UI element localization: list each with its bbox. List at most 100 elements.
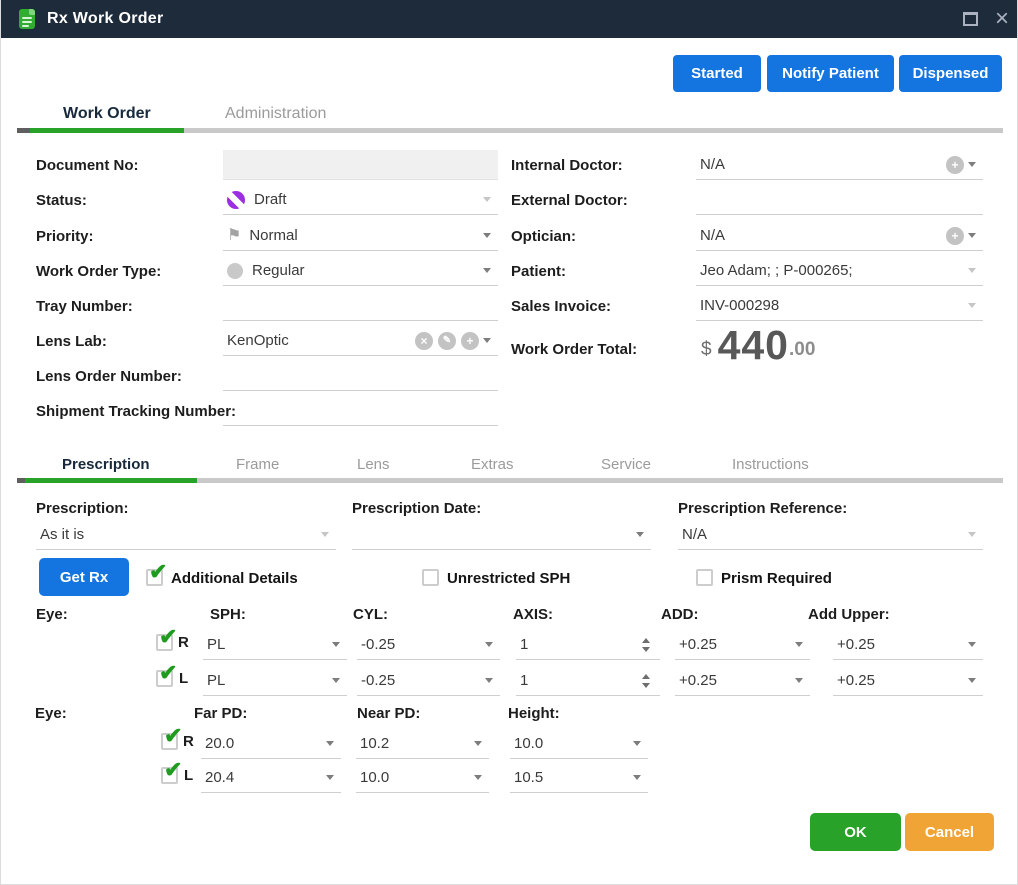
pd-left-eye-checkbox[interactable]: ✔ — [161, 767, 178, 784]
tab-service[interactable]: Service — [601, 456, 651, 473]
pd-left-far-pd-select[interactable]: 20.4 — [201, 763, 341, 793]
add-icon[interactable]: + — [946, 156, 964, 174]
prescription-date-select[interactable] — [352, 520, 651, 550]
chevron-down-icon — [968, 678, 976, 683]
document-no-label: Document No: — [36, 150, 139, 180]
add-icon[interactable]: + — [461, 332, 479, 350]
unrestricted-sph-checkbox[interactable] — [422, 569, 439, 586]
prism-required-checkbox[interactable] — [696, 569, 713, 586]
rx-right-eye-checkbox[interactable]: ✔ — [156, 634, 173, 651]
pd-right-eye-checkbox[interactable]: ✔ — [161, 733, 178, 750]
lens-order-number-field[interactable] — [223, 361, 498, 391]
pd-left-height-select[interactable]: 10.5 — [510, 763, 648, 793]
patient-select[interactable]: Jeo Adam; ; P-000265; — [696, 256, 983, 286]
chevron-down-icon — [485, 642, 493, 647]
chevron-down-icon — [483, 268, 491, 273]
chevron-down-icon — [483, 338, 491, 343]
total-cents: .00 — [789, 339, 815, 361]
priority-select[interactable]: ⚑ Normal — [223, 221, 498, 251]
started-button[interactable]: Started — [673, 55, 761, 92]
rx-right-axis-stepper[interactable]: 1 — [516, 630, 660, 660]
rx-right-sph-select[interactable]: PL — [203, 630, 347, 660]
tab-administration[interactable]: Administration — [225, 105, 326, 123]
sub-tab-active-indicator — [25, 478, 197, 483]
additional-details-checkbox[interactable]: ✔ — [146, 569, 163, 586]
tab-work-order[interactable]: Work Order — [63, 105, 151, 123]
pd-right-near-pd-select[interactable]: 10.2 — [356, 729, 489, 759]
clear-icon[interactable]: × — [415, 332, 433, 350]
status-select[interactable]: Draft — [223, 185, 498, 215]
document-no-field[interactable] — [223, 150, 498, 180]
notify-patient-button[interactable]: Notify Patient — [767, 55, 894, 92]
tab-frame[interactable]: Frame — [236, 456, 279, 473]
lens-lab-value: KenOptic — [227, 332, 289, 349]
rx-right-sph-value: PL — [207, 636, 225, 653]
add-icon[interactable]: + — [946, 227, 964, 245]
cancel-button[interactable]: Cancel — [905, 813, 994, 851]
internal-doctor-value: N/A — [700, 156, 725, 173]
get-rx-button[interactable]: Get Rx — [39, 558, 129, 596]
dispensed-button[interactable]: Dispensed — [899, 55, 1002, 92]
work-order-type-icon — [227, 263, 243, 279]
prescription-date-label: Prescription Date: — [352, 496, 481, 520]
patient-label: Patient: — [511, 256, 566, 286]
rx-right-cyl-value: -0.25 — [361, 636, 395, 653]
tab-prescription[interactable]: Prescription — [62, 456, 150, 473]
shipment-tracking-field[interactable] — [223, 396, 498, 426]
tray-number-field[interactable] — [223, 291, 498, 321]
work-order-total-label: Work Order Total: — [511, 334, 637, 364]
work-order-type-select[interactable]: Regular — [223, 256, 498, 286]
rx-left-cyl-select[interactable]: -0.25 — [357, 666, 500, 696]
prescription-select[interactable]: As it is — [36, 520, 336, 550]
internal-doctor-select[interactable]: N/A + — [696, 150, 983, 180]
pd-right-far-pd-value: 20.0 — [205, 735, 234, 752]
window-title: Rx Work Order — [47, 10, 164, 28]
ok-button[interactable]: OK — [810, 813, 901, 851]
status-label: Status: — [36, 185, 87, 215]
rx-right-add-upper-select[interactable]: +0.25 — [833, 630, 983, 660]
rx-left-axis-stepper[interactable]: 1 — [516, 666, 660, 696]
edit-icon[interactable]: ✎ — [438, 332, 456, 350]
pd-left-near-pd-select[interactable]: 10.0 — [356, 763, 489, 793]
sales-invoice-select[interactable]: INV-000298 — [696, 291, 983, 321]
rx-right-add-select[interactable]: +0.25 — [675, 630, 810, 660]
close-button[interactable]: × — [985, 0, 1018, 38]
rx-left-add-select[interactable]: +0.25 — [675, 666, 810, 696]
check-icon: ✔ — [149, 561, 167, 583]
external-doctor-label: External Doctor: — [511, 185, 628, 215]
rx-right-cyl-select[interactable]: -0.25 — [357, 630, 500, 660]
stepper-arrows-icon[interactable] — [642, 638, 650, 652]
rx-add-header: ADD: — [661, 602, 699, 626]
maximize-button[interactable] — [953, 0, 987, 38]
prescription-reference-select[interactable]: N/A — [678, 520, 983, 550]
chevron-down-icon — [326, 741, 334, 746]
check-icon: ✔ — [164, 759, 182, 781]
status-value: Draft — [254, 191, 287, 208]
optician-select[interactable]: N/A + — [696, 221, 983, 251]
pd-right-far-pd-select[interactable]: 20.0 — [201, 729, 341, 759]
rx-left-add-value: +0.25 — [679, 672, 717, 689]
chevron-down-icon — [968, 162, 976, 167]
tab-lens[interactable]: Lens — [357, 456, 390, 473]
rx-left-add-upper-value: +0.25 — [837, 672, 875, 689]
internal-doctor-label: Internal Doctor: — [511, 150, 623, 180]
rx-eye-header: Eye: — [36, 602, 68, 626]
tab-extras[interactable]: Extras — [471, 456, 514, 473]
sales-invoice-label: Sales Invoice: — [511, 291, 611, 321]
sales-invoice-value: INV-000298 — [700, 297, 779, 314]
external-doctor-field[interactable] — [696, 185, 983, 215]
lens-order-number-label: Lens Order Number: — [36, 361, 182, 391]
chevron-down-icon — [326, 775, 334, 780]
chevron-down-icon — [636, 532, 644, 537]
total-currency: $ — [701, 339, 712, 361]
stepper-arrows-icon[interactable] — [642, 674, 650, 688]
rx-cyl-header: CYL: — [353, 602, 388, 626]
rx-left-add-upper-select[interactable]: +0.25 — [833, 666, 983, 696]
rx-left-sph-select[interactable]: PL — [203, 666, 347, 696]
pd-left-height-value: 10.5 — [514, 769, 543, 786]
rx-left-eye-checkbox[interactable]: ✔ — [156, 670, 173, 687]
tab-instructions[interactable]: Instructions — [732, 456, 809, 473]
pd-right-height-select[interactable]: 10.0 — [510, 729, 648, 759]
prescription-value: As it is — [40, 526, 84, 543]
lens-lab-select[interactable]: KenOptic × ✎ + — [223, 326, 498, 356]
